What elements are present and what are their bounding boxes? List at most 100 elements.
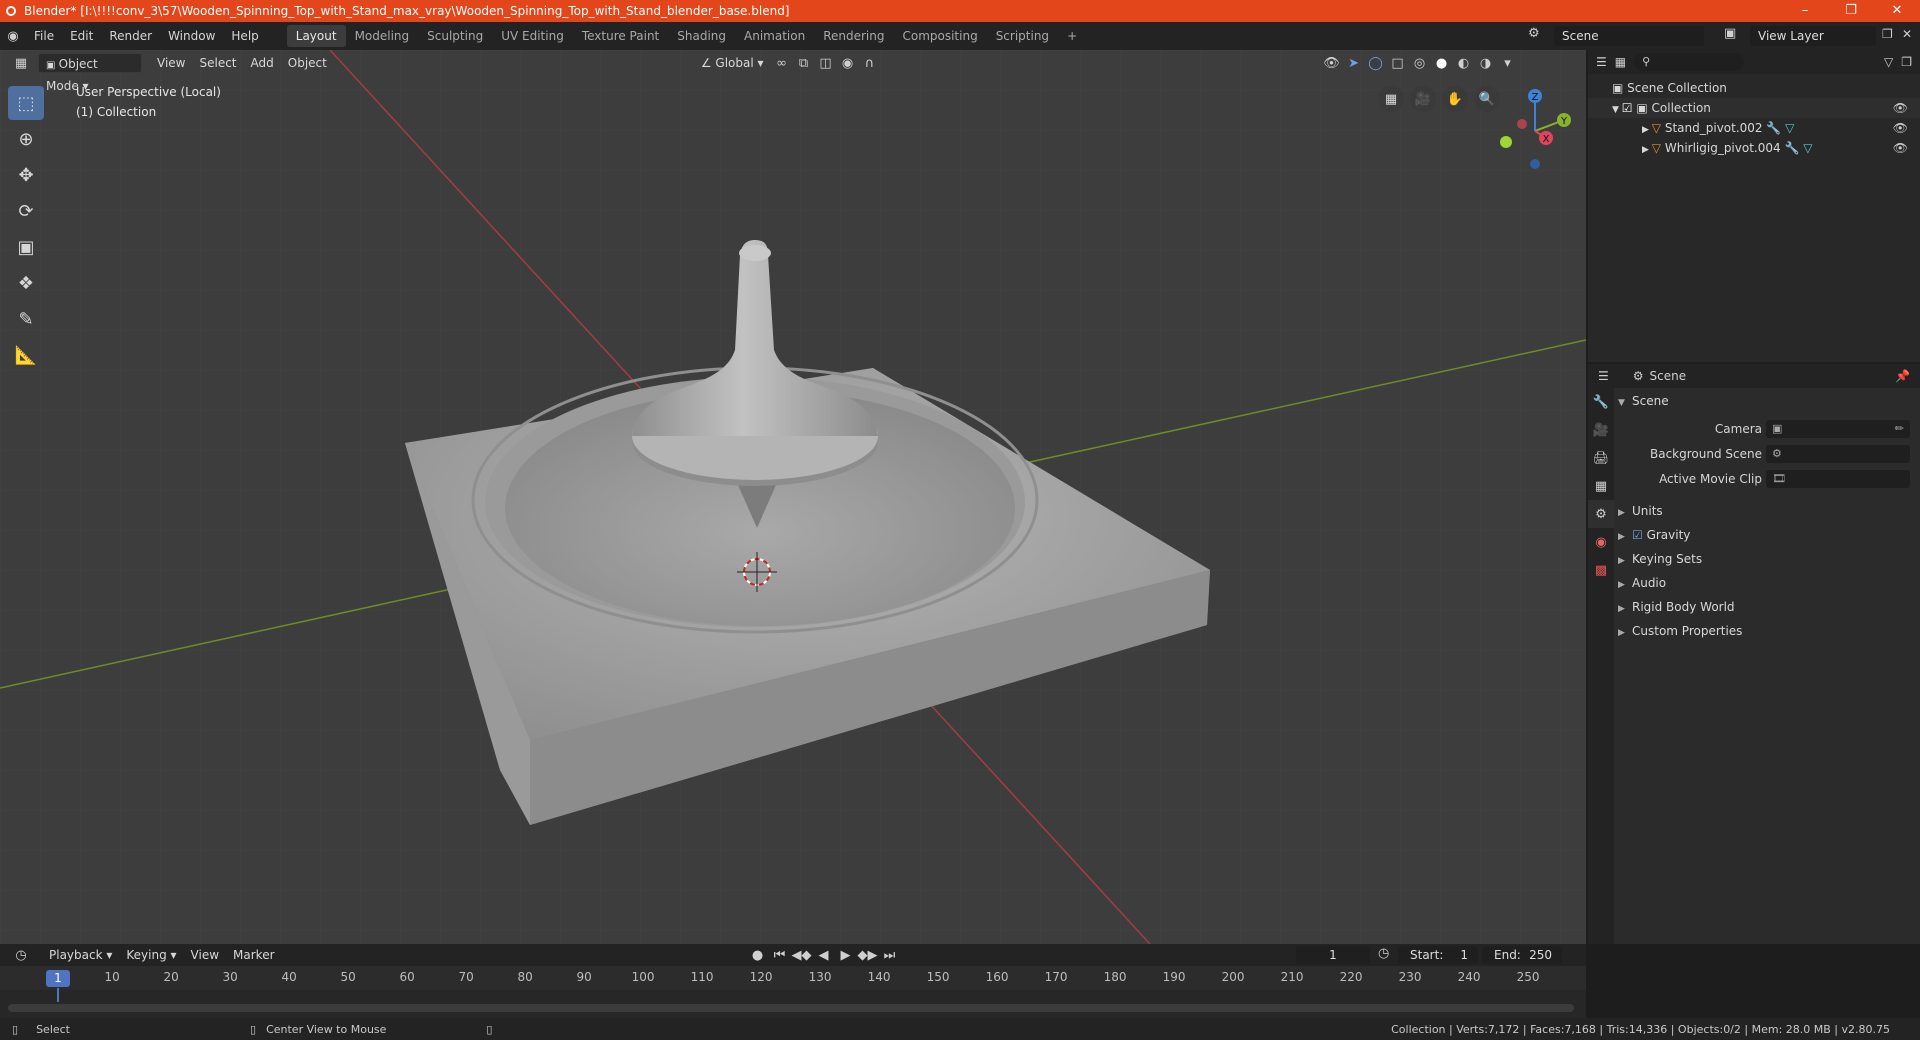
- rotate-tool-icon[interactable]: ⟳: [8, 194, 44, 228]
- menu-view[interactable]: View: [150, 53, 192, 73]
- minimize-button[interactable]: –: [1782, 0, 1828, 22]
- current-frame-field[interactable]: 1: [1296, 946, 1370, 964]
- tab-shading[interactable]: Shading: [668, 25, 735, 47]
- select-box-tool-icon[interactable]: ⬚: [8, 86, 44, 120]
- movie-clip-field[interactable]: 🎞: [1766, 470, 1910, 488]
- navigation-gizmo[interactable]: Z Y X: [1490, 86, 1580, 176]
- toggle-ortho-icon[interactable]: ▦: [1378, 86, 1404, 112]
- menu-help[interactable]: Help: [223, 25, 266, 47]
- solid-shading-icon[interactable]: ●: [1431, 53, 1453, 73]
- jump-end-icon[interactable]: ⏭: [879, 945, 901, 965]
- menu-object[interactable]: Object: [281, 53, 334, 73]
- start-frame-field[interactable]: Start: 1: [1398, 946, 1478, 964]
- play-icon[interactable]: ▶: [835, 945, 857, 965]
- scene-tab-icon[interactable]: ⚙: [1588, 500, 1614, 528]
- wireframe-shading-icon[interactable]: ◎: [1409, 53, 1431, 73]
- custom-properties-panel[interactable]: ▶ Custom Properties: [1618, 620, 1914, 642]
- menu-render[interactable]: Render: [101, 25, 160, 47]
- proportional-edit-icon[interactable]: ◉: [837, 53, 859, 73]
- gizmo-toggle-icon[interactable]: ➤: [1343, 53, 1365, 73]
- tab-uv-editing[interactable]: UV Editing: [492, 25, 573, 47]
- outliner-search-input[interactable]: ⚲: [1634, 53, 1745, 71]
- menu-add[interactable]: Add: [244, 53, 281, 73]
- tab-animation[interactable]: Animation: [735, 25, 814, 47]
- expand-arrow-icon[interactable]: ▶: [1642, 125, 1652, 135]
- viewport-scene[interactable]: [0, 50, 1586, 944]
- checkbox-icon[interactable]: ☑: [1622, 101, 1637, 115]
- menu-window[interactable]: Window: [160, 25, 223, 47]
- tab-modeling[interactable]: Modeling: [346, 25, 419, 47]
- outliner-item-stand[interactable]: ▶ ▽ Stand_pivot.002 🔧 ▽ 👁: [1588, 118, 1920, 138]
- snap-icon[interactable]: ⧉: [793, 53, 815, 73]
- blender-menu-icon[interactable]: ◉: [0, 29, 26, 44]
- 3d-viewport[interactable]: ▦ ▣ Object Mode ▾ View Select Add Object…: [0, 50, 1586, 944]
- render-tab-icon[interactable]: 🎥: [1588, 416, 1614, 444]
- pivot-point-icon[interactable]: ∞: [771, 53, 793, 73]
- object-mode-dropdown[interactable]: ▣ Object Mode ▾: [38, 53, 142, 93]
- audio-panel[interactable]: ▶ Audio: [1618, 572, 1914, 594]
- prev-keyframe-icon[interactable]: ◀◆: [791, 945, 813, 965]
- keying-sets-panel[interactable]: ▶ Keying Sets: [1618, 548, 1914, 570]
- mesh-data-icon[interactable]: ▽: [1785, 121, 1794, 135]
- expand-arrow-icon[interactable]: ▶: [1642, 145, 1652, 155]
- scale-tool-icon[interactable]: ▣: [8, 230, 44, 264]
- pan-view-icon[interactable]: ✋: [1442, 86, 1468, 112]
- record-icon[interactable]: ●: [747, 945, 769, 965]
- eye-icon[interactable]: 👁: [1893, 138, 1908, 158]
- tool-tab-icon[interactable]: 🔧: [1588, 388, 1614, 416]
- modifier-icon[interactable]: 🔧: [1766, 121, 1781, 135]
- menu-select[interactable]: Select: [192, 53, 243, 73]
- xray-icon[interactable]: □: [1387, 53, 1409, 73]
- frame-ruler[interactable]: 1 10 20 30 40 50 60 70 80 90 100 110 120 130 140 150 160…: [0, 966, 1586, 1002]
- marker-menu[interactable]: Marker: [226, 945, 281, 965]
- add-workspace-button[interactable]: +: [1058, 25, 1086, 47]
- timeline-view-menu[interactable]: View: [184, 945, 226, 965]
- timeline-editor-icon[interactable]: ◷: [10, 945, 32, 965]
- gizmo-neg-x-icon[interactable]: [1517, 119, 1527, 129]
- view-layer-tab-icon[interactable]: ▦: [1588, 472, 1614, 500]
- material-shading-icon[interactable]: ◐: [1453, 53, 1475, 73]
- menu-edit[interactable]: Edit: [62, 25, 101, 47]
- move-tool-icon[interactable]: ✥: [8, 158, 44, 192]
- background-scene-field[interactable]: ⚙: [1766, 445, 1910, 463]
- scene-section-header[interactable]: ▼ Scene: [1618, 390, 1914, 412]
- editor-type-icon[interactable]: ▦: [10, 53, 32, 73]
- eye-icon[interactable]: 👁: [1893, 118, 1908, 138]
- close-button[interactable]: ✕: [1874, 0, 1920, 22]
- visibility-icon[interactable]: 👁: [1321, 53, 1343, 73]
- world-tab-icon[interactable]: ◉: [1588, 528, 1614, 556]
- texture-tab-icon[interactable]: ▩: [1588, 556, 1614, 584]
- gizmo-neg-y-icon[interactable]: [1500, 136, 1512, 148]
- display-mode-icon[interactable]: ▦: [1615, 55, 1626, 69]
- proportional-falloff-icon[interactable]: ∩: [859, 53, 881, 73]
- units-panel[interactable]: ▶ Units: [1618, 500, 1914, 522]
- transform-orientation-dropdown[interactable]: ∠ Global ▾: [694, 53, 771, 73]
- gravity-checkbox-icon[interactable]: ☑: [1632, 528, 1647, 542]
- tab-rendering[interactable]: Rendering: [814, 25, 893, 47]
- playback-menu[interactable]: Playback ▾: [42, 945, 119, 965]
- outliner-editor-icon[interactable]: ☰: [1596, 55, 1607, 69]
- camera-field[interactable]: ▣ ✏: [1766, 420, 1910, 438]
- overlays-icon[interactable]: ◯: [1365, 53, 1387, 73]
- clock-icon[interactable]: ◷: [1378, 946, 1389, 961]
- pin-icon[interactable]: 📌: [1895, 369, 1910, 383]
- tab-scripting[interactable]: Scripting: [987, 25, 1058, 47]
- play-reverse-icon[interactable]: ◀: [813, 945, 835, 965]
- filter-icon[interactable]: ▽: [1884, 55, 1893, 69]
- rigid-body-world-panel[interactable]: ▶ Rigid Body World: [1618, 596, 1914, 618]
- tab-texture-paint[interactable]: Texture Paint: [573, 25, 668, 47]
- transform-tool-icon[interactable]: ❖: [8, 266, 44, 300]
- keying-menu[interactable]: Keying ▾: [119, 945, 183, 965]
- annotate-tool-icon[interactable]: ✎: [8, 302, 44, 336]
- eye-icon[interactable]: 👁: [1893, 98, 1908, 118]
- end-frame-field[interactable]: End: 250: [1482, 946, 1562, 964]
- output-tab-icon[interactable]: 🖨: [1588, 444, 1614, 472]
- timeline-scrollbar[interactable]: [8, 1004, 1574, 1012]
- new-collection-icon[interactable]: ❐: [1901, 55, 1912, 69]
- jump-start-icon[interactable]: ⏮: [769, 945, 791, 965]
- expand-arrow-icon[interactable]: ▼: [1612, 105, 1622, 115]
- modifier-icon[interactable]: 🔧: [1784, 141, 1799, 155]
- gravity-panel[interactable]: ▶ ☑ Gravity: [1618, 524, 1914, 546]
- rendered-shading-icon[interactable]: ◑: [1475, 53, 1497, 73]
- maximize-button[interactable]: ❐: [1828, 0, 1874, 22]
